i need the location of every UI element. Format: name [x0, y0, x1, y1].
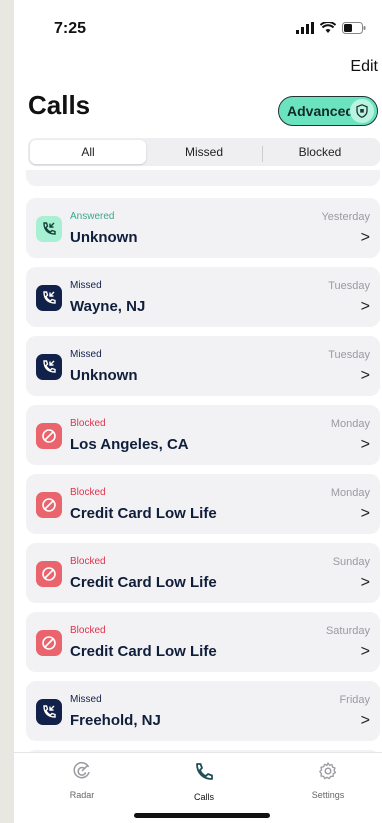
- segment-label: Blocked: [298, 145, 342, 159]
- advanced-label: Advanced: [287, 103, 354, 119]
- call-day: Monday: [330, 487, 370, 499]
- signal-icon: [296, 22, 314, 34]
- call-item[interactable]: Missed Wayne, NJ Tuesday >: [26, 267, 380, 327]
- list-item-partial: [26, 170, 380, 186]
- caller-name: Credit Card Low Life: [70, 574, 217, 591]
- call-item[interactable]: Answered Unknown Yesterday >: [26, 198, 380, 258]
- phone-screen: 7:25 Edit Calls Advanced All Missed Bloc…: [14, 0, 382, 823]
- segment-missed[interactable]: Missed: [146, 140, 262, 164]
- call-day: Saturday: [325, 625, 370, 637]
- home-indicator: [134, 813, 270, 818]
- call-status: Blocked: [70, 556, 106, 567]
- call-status: Blocked: [70, 625, 106, 636]
- chevron-right-icon: >: [360, 643, 370, 660]
- caller-name: Credit Card Low Life: [70, 643, 217, 660]
- caller-name: Unknown: [70, 367, 138, 384]
- edit-button[interactable]: Edit: [350, 58, 378, 76]
- status-time: 7:25: [54, 20, 87, 37]
- call-day: Sunday: [332, 556, 370, 568]
- call-item[interactable]: Missed Freehold, NJ Friday >: [26, 681, 380, 741]
- segment-label: All: [81, 145, 95, 159]
- call-item[interactable]: Blocked Credit Card Low Life Saturday >: [26, 612, 380, 672]
- call-status: Blocked: [70, 418, 106, 429]
- segment-divider: [262, 146, 263, 162]
- chevron-right-icon: >: [360, 436, 370, 453]
- blocked-call-icon: [36, 492, 62, 518]
- caller-name: Credit Card Low Life: [70, 505, 217, 522]
- tab-label: Settings: [311, 790, 345, 800]
- call-status: Missed: [70, 694, 102, 705]
- segment-all[interactable]: All: [30, 140, 146, 164]
- blocked-call-icon: [36, 630, 62, 656]
- status-icons: [296, 22, 366, 34]
- chevron-right-icon: >: [360, 229, 370, 246]
- battery-icon: [342, 22, 366, 34]
- segment-label: Missed: [184, 145, 223, 159]
- caller-name: Unknown: [70, 229, 138, 246]
- call-status: Blocked: [70, 487, 106, 498]
- advanced-toggle[interactable]: Advanced: [278, 96, 378, 126]
- chevron-right-icon: >: [360, 712, 370, 729]
- call-status: Missed: [70, 349, 102, 360]
- call-status: Missed: [70, 280, 102, 291]
- blocked-call-icon: [36, 423, 62, 449]
- shield-icon: [356, 104, 368, 118]
- tab-calls[interactable]: Calls: [164, 761, 244, 802]
- chevron-right-icon: >: [360, 505, 370, 522]
- phone-icon: [196, 763, 213, 780]
- call-day: Friday: [339, 694, 370, 706]
- chevron-right-icon: >: [360, 574, 370, 591]
- call-day: Tuesday: [328, 349, 370, 361]
- radar-icon: [73, 761, 90, 779]
- calls-list[interactable]: Answered Unknown Yesterday > Missed Wayn…: [26, 170, 382, 752]
- call-day: Yesterday: [321, 211, 370, 223]
- chevron-right-icon: >: [360, 367, 370, 384]
- call-item[interactable]: Blocked Credit Card Low Life Sunday >: [26, 543, 380, 603]
- call-status: Answered: [70, 211, 115, 222]
- call-item[interactable]: Missed Unknown Tuesday >: [26, 336, 380, 396]
- tab-settings[interactable]: Settings: [288, 761, 368, 800]
- call-day: Tuesday: [328, 280, 370, 292]
- tab-label: Calls: [193, 792, 214, 802]
- gear-icon: [319, 762, 337, 780]
- tab-label: Radar: [69, 790, 95, 800]
- segment-blocked[interactable]: Blocked: [262, 140, 378, 164]
- call-item[interactable]: Blocked Credit Card Low Life Monday >: [26, 474, 380, 534]
- status-bar: 7:25: [14, 0, 382, 56]
- call-day: Monday: [330, 418, 370, 430]
- toggle-knob: [350, 99, 374, 123]
- blocked-call-icon: [36, 561, 62, 587]
- caller-name: Wayne, NJ: [70, 298, 146, 315]
- missed-call-icon: [36, 354, 62, 380]
- filter-segmented-control: All Missed Blocked: [28, 138, 380, 166]
- answered-call-icon: [36, 216, 62, 242]
- missed-call-icon: [36, 699, 62, 725]
- missed-call-icon: [36, 285, 62, 311]
- caller-name: Freehold, NJ: [70, 712, 161, 729]
- wifi-icon: [320, 22, 336, 33]
- caller-name: Los Angeles, CA: [70, 436, 189, 453]
- tab-radar[interactable]: Radar: [42, 761, 122, 800]
- page-title: Calls: [28, 90, 91, 120]
- call-item[interactable]: Blocked Los Angeles, CA Monday >: [26, 405, 380, 465]
- chevron-right-icon: >: [360, 298, 370, 315]
